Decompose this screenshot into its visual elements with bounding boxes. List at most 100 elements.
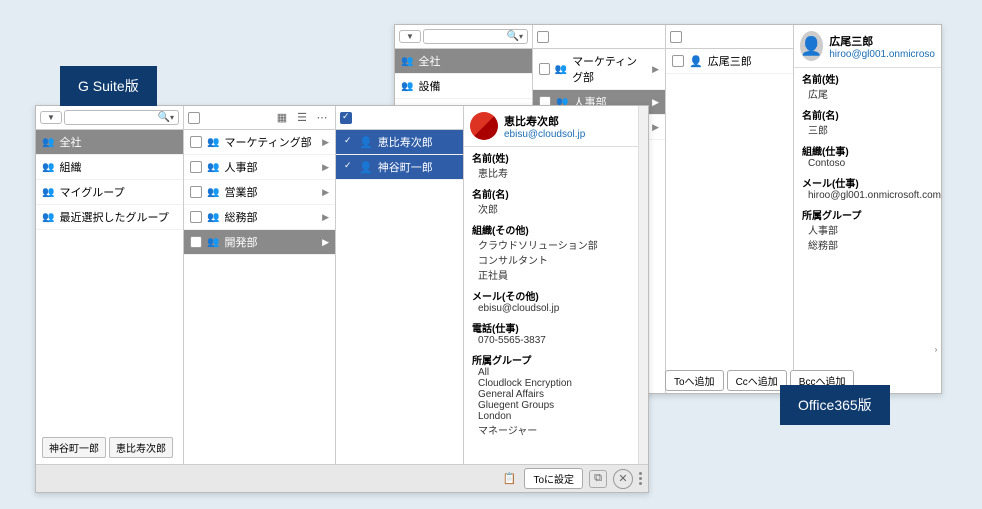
field-value: Cloudlock Encryption bbox=[472, 378, 640, 389]
selected-chips: 神谷町一郎 恵比寿次郎 bbox=[42, 437, 173, 458]
field-label: 名前(名) bbox=[802, 107, 933, 122]
field-label: 名前(姓) bbox=[472, 150, 640, 165]
chevron-right-icon: ▶ bbox=[322, 162, 329, 173]
people-icon: 👥 bbox=[207, 212, 219, 223]
field-value: 次郎 bbox=[472, 201, 640, 216]
sidebar-org[interactable]: 👥組織 bbox=[36, 155, 183, 180]
field-label: 名前(名) bbox=[472, 186, 640, 201]
people-icon: 👥 bbox=[207, 162, 219, 173]
contact-detail: 👤 広尾三郎 hiroo@gl001.onmicroso 名前(姓)広尾名前(名… bbox=[794, 25, 941, 393]
checkbox-all[interactable] bbox=[340, 112, 352, 124]
detail-header: 👤 広尾三郎 hiroo@gl001.onmicroso bbox=[794, 25, 941, 68]
people-icon: 👥 bbox=[42, 162, 54, 173]
search-input[interactable]: 🔍▾ bbox=[423, 29, 528, 44]
group-item[interactable]: 👥開発部▶ bbox=[184, 230, 335, 255]
grid-icon[interactable]: ▦ bbox=[273, 109, 291, 127]
field-value: All bbox=[472, 367, 640, 378]
person-hiroo[interactable]: 👤広尾三郎 bbox=[666, 49, 793, 74]
scrollbar[interactable] bbox=[638, 106, 648, 464]
search-icon: 🔍 bbox=[507, 31, 519, 42]
group-item[interactable]: 👥営業部▶ bbox=[184, 180, 335, 205]
person-ebisu[interactable]: 👤恵比寿次郎 bbox=[336, 130, 463, 155]
search-input[interactable]: 🔍▾ bbox=[64, 110, 179, 125]
detail-email[interactable]: ebisu@cloudsol.jp bbox=[504, 129, 585, 140]
scope-dropdown[interactable]: ▼ bbox=[399, 30, 421, 43]
to-set-button[interactable]: Toに設定 bbox=[524, 468, 583, 489]
chevron-down-icon: ▼ bbox=[406, 32, 414, 41]
field-label: 組織(仕事) bbox=[802, 143, 933, 158]
chevron-right-icon: ▶ bbox=[322, 237, 329, 248]
search-icon: 🔍 bbox=[158, 112, 170, 123]
people-icon: 👥 bbox=[207, 137, 219, 148]
checkbox[interactable] bbox=[537, 31, 549, 43]
field-value: 正社員 bbox=[472, 267, 640, 282]
chevron-down-icon: ▼ bbox=[47, 113, 55, 122]
field-value: ebisu@cloudsol.jp bbox=[472, 303, 640, 314]
o365-label: Office365版 bbox=[780, 385, 890, 425]
field-value: 広尾 bbox=[802, 86, 933, 101]
list-icon[interactable]: ☰ bbox=[293, 109, 311, 127]
scroll-right[interactable]: › bbox=[931, 345, 941, 357]
to-add-button[interactable]: Toへ追加 bbox=[665, 370, 724, 391]
checkbox[interactable] bbox=[670, 31, 682, 43]
group-item[interactable]: 👥人事部▶ bbox=[184, 155, 335, 180]
field-value: 恵比寿 bbox=[472, 165, 640, 180]
avatar bbox=[470, 112, 498, 140]
avatar: 👤 bbox=[800, 31, 823, 61]
people-icon: 👥 bbox=[207, 187, 219, 198]
checkbox[interactable] bbox=[188, 112, 200, 124]
field-value: 総務部 bbox=[802, 237, 933, 252]
people-icon: 👥 bbox=[401, 81, 413, 92]
back-toolbar-1: ▼ 🔍▾ bbox=[395, 25, 532, 49]
group-item[interactable]: 👥マーケティング部▶ bbox=[184, 130, 335, 155]
field-value: 070-5565-3837 bbox=[472, 335, 640, 346]
chevron-right-icon: ▶ bbox=[322, 187, 329, 198]
sidebar-all[interactable]: 👥全社 bbox=[36, 130, 183, 155]
person-icon: 👤 bbox=[359, 161, 373, 174]
chevron-right-icon: ▶ bbox=[322, 137, 329, 148]
sidebar-item-all[interactable]: 👥全社 bbox=[395, 49, 532, 74]
window-icon[interactable]: ⧉ bbox=[589, 470, 607, 488]
front-toolbar-1: ▼ 🔍▾ bbox=[36, 106, 183, 130]
group-marketing[interactable]: 👥マーケティング部▶ bbox=[533, 49, 665, 90]
contact-detail: 恵比寿次郎 ebisu@cloudsol.jp 名前(姓)恵比寿名前(名)次郎組… bbox=[464, 106, 648, 464]
chevron-right-icon: ▶ bbox=[652, 97, 659, 108]
detail-name: 広尾三郎 bbox=[829, 33, 935, 49]
person-kamiya[interactable]: 👤神谷町一郎 bbox=[336, 155, 463, 180]
cc-add-button[interactable]: Ccへ追加 bbox=[727, 370, 787, 391]
field-value: マネージャー bbox=[472, 422, 640, 437]
field-value: Gluegent Groups bbox=[472, 400, 640, 411]
sidebar-recent[interactable]: 👥最近選択したグループ bbox=[36, 205, 183, 230]
close-icon[interactable]: ✕ bbox=[613, 469, 633, 489]
copy-icon[interactable]: 📋 bbox=[500, 470, 518, 488]
people-icon: 👥 bbox=[207, 237, 219, 248]
person-icon: 👤 bbox=[359, 136, 373, 149]
people-icon: 👥 bbox=[401, 56, 413, 67]
field-value: hiroo@gl001.onmicrosoft.com bbox=[802, 190, 933, 201]
field-value: コンサルタント bbox=[472, 252, 640, 267]
gsuite-label: G Suite版 bbox=[60, 66, 157, 106]
chip[interactable]: 恵比寿次郎 bbox=[109, 437, 173, 458]
field-value: Contoso bbox=[802, 158, 933, 169]
field-label: 組織(その他) bbox=[472, 222, 640, 237]
field-value: 人事部 bbox=[802, 222, 933, 237]
scope-dropdown[interactable]: ▼ bbox=[40, 111, 62, 124]
field-value: 三郎 bbox=[802, 122, 933, 137]
group-item[interactable]: 👥総務部▶ bbox=[184, 205, 335, 230]
field-label: 所属グループ bbox=[802, 207, 933, 222]
sidebar-mygroup[interactable]: 👥マイグループ bbox=[36, 180, 183, 205]
chip[interactable]: 神谷町一郎 bbox=[42, 437, 106, 458]
more-icon[interactable] bbox=[639, 472, 642, 485]
people-icon: 👥 bbox=[555, 64, 567, 75]
sidebar-item-equip[interactable]: 👥設備 bbox=[395, 74, 532, 99]
bottom-bar: 📋 Toに設定 ⧉ ✕ bbox=[36, 464, 648, 492]
field-label: メール(その他) bbox=[472, 288, 640, 303]
detail-email[interactable]: hiroo@gl001.onmicroso bbox=[829, 49, 935, 60]
detail-name: 恵比寿次郎 bbox=[504, 113, 585, 129]
field-value: General Affairs bbox=[472, 389, 640, 400]
chevron-right-icon: ▶ bbox=[322, 212, 329, 223]
field-label: 名前(姓) bbox=[802, 71, 933, 86]
people-icon: 👥 bbox=[42, 212, 54, 223]
more-icon[interactable]: ⋯ bbox=[313, 109, 331, 127]
field-value: London bbox=[472, 411, 640, 422]
